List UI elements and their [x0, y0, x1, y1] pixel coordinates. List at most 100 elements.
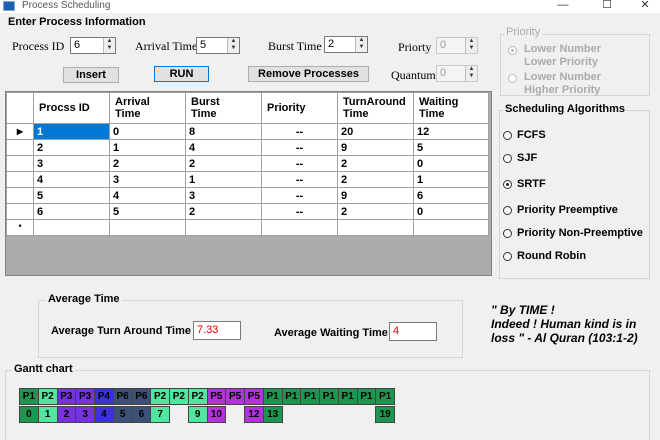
process-table[interactable]: Procss ID Arrival Time Burst Time Priority… [5, 91, 492, 276]
down-arrow-icon[interactable]: ▼ [466, 73, 477, 80]
up-arrow-icon[interactable]: ▲ [228, 38, 239, 45]
up-arrow-icon[interactable]: ▲ [466, 38, 477, 45]
table-cell[interactable]: 5 [109, 203, 186, 220]
table-cell[interactable]: 8 [185, 123, 262, 140]
remove-processes-button[interactable]: Remove Processes [248, 66, 369, 82]
table-row[interactable]: 6 5 2 -- 2 0 [6, 203, 489, 220]
algorithm-option-priority-non-preemptive[interactable]: Priority Non-Preemptive [503, 227, 643, 239]
table-row[interactable]: 5 4 3 -- 9 6 [6, 187, 489, 204]
table-cell[interactable]: 0 [109, 123, 186, 140]
algorithm-option-round-robin[interactable]: Round Robin [503, 250, 586, 262]
algorithm-option-sjf[interactable]: SJF [503, 152, 537, 164]
gantt-block: P5 [225, 388, 245, 405]
table-cell[interactable]: 3 [33, 155, 110, 172]
row-header[interactable] [6, 171, 34, 188]
table-cell[interactable]: 2 [33, 139, 110, 156]
arrival-time-stepper[interactable]: 5 ▲ ▼ [196, 37, 240, 54]
arrival-time-label: Arrival Time [135, 39, 198, 53]
table-cell[interactable]: 2 [337, 155, 414, 172]
row-header[interactable] [6, 155, 34, 172]
table-cell[interactable]: 4 [33, 171, 110, 188]
table-cell[interactable]: 1 [185, 171, 262, 188]
table-cell[interactable]: 1 [109, 139, 186, 156]
table-cell[interactable]: 2 [337, 171, 414, 188]
process-id-stepper[interactable]: 6 ▲ ▼ [70, 37, 116, 54]
table-cell[interactable]: -- [261, 139, 338, 156]
table-row[interactable]: 2 1 4 -- 9 5 [6, 139, 489, 156]
table-cell[interactable] [337, 219, 414, 236]
up-arrow-icon[interactable]: ▲ [466, 66, 477, 73]
table-cell[interactable]: 0 [413, 203, 489, 220]
table-cell[interactable] [33, 219, 110, 236]
up-arrow-icon[interactable]: ▲ [356, 37, 367, 44]
table-cell[interactable]: 5 [413, 139, 489, 156]
col-header-turnaround[interactable]: TurnAround Time [337, 92, 414, 124]
table-cell[interactable]: 6 [413, 187, 489, 204]
gantt-block: P2 [150, 388, 170, 405]
algorithm-option-fcfs[interactable]: FCFS [503, 129, 546, 141]
table-cell[interactable]: 1 [33, 123, 110, 140]
table-cell[interactable]: 3 [185, 187, 262, 204]
table-row[interactable]: 3 2 2 -- 2 0 [6, 155, 489, 172]
minimize-button[interactable]: — [548, 0, 578, 13]
insert-button[interactable]: Insert [63, 67, 119, 83]
table-cell[interactable]: 2 [185, 155, 262, 172]
table-cell[interactable]: 4 [109, 187, 186, 204]
up-arrow-icon[interactable]: ▲ [104, 38, 115, 45]
table-cell[interactable]: 12 [413, 123, 489, 140]
avg-waiting-field[interactable]: 4 [389, 322, 437, 341]
table-cell[interactable]: 0 [413, 155, 489, 172]
table-cell[interactable]: -- [261, 187, 338, 204]
down-arrow-icon[interactable]: ▼ [104, 45, 115, 52]
table-cell[interactable]: 5 [33, 187, 110, 204]
row-header[interactable] [6, 203, 34, 220]
gantt-time-label: 12 [244, 406, 264, 423]
down-arrow-icon[interactable]: ▼ [466, 45, 477, 52]
avg-turnaround-field[interactable]: 7.33 [193, 321, 241, 340]
table-cell[interactable]: 9 [337, 139, 414, 156]
col-header-waiting[interactable]: Waiting Time [413, 92, 489, 124]
table-row[interactable]: 4 3 1 -- 2 1 [6, 171, 489, 188]
table-cell[interactable]: -- [261, 123, 338, 140]
table-cell[interactable] [109, 219, 186, 236]
table-cell[interactable]: 9 [337, 187, 414, 204]
table-cell[interactable]: 20 [337, 123, 414, 140]
table-cell[interactable]: 6 [33, 203, 110, 220]
algorithm-option-priority-preemptive[interactable]: Priority Preemptive [503, 204, 618, 216]
run-button[interactable]: RUN [154, 66, 209, 82]
down-arrow-icon[interactable]: ▼ [228, 45, 239, 52]
table-cell[interactable] [413, 219, 489, 236]
row-header[interactable]: * [6, 219, 34, 236]
table-cell[interactable]: 2 [337, 203, 414, 220]
col-header-burst[interactable]: Burst Time [185, 92, 262, 124]
table-cell[interactable] [185, 219, 262, 236]
col-header-process-id[interactable]: Procss ID [33, 92, 110, 124]
table-cell[interactable]: -- [261, 203, 338, 220]
table-cell[interactable] [261, 219, 338, 236]
table-cell[interactable]: 1 [413, 171, 489, 188]
burst-time-stepper[interactable]: 2 ▲ ▼ [324, 36, 368, 53]
table-row[interactable]: ▶ 1 0 8 -- 20 12 [6, 123, 489, 140]
priority-stepper[interactable]: 0 ▲ ▼ [436, 37, 478, 54]
col-header-arrival[interactable]: Arrival Time [109, 92, 186, 124]
table-cell[interactable]: 3 [109, 171, 186, 188]
quantum-stepper[interactable]: 0 ▲ ▼ [436, 65, 478, 82]
maximize-button[interactable]: ☐ [592, 0, 622, 13]
row-header[interactable] [6, 139, 34, 156]
table-cell[interactable]: 4 [185, 139, 262, 156]
close-button[interactable]: ✕ [630, 0, 660, 13]
table-cell[interactable]: -- [261, 155, 338, 172]
algorithm-option-srtf[interactable]: SRTF [503, 178, 546, 190]
table-cell[interactable]: 2 [109, 155, 186, 172]
table-cell[interactable]: 2 [185, 203, 262, 220]
new-row[interactable]: * [6, 219, 489, 236]
col-header-priority[interactable]: Priority [261, 92, 338, 124]
option-line: Lower Number [524, 71, 602, 83]
priority-option-lower-higher[interactable]: Lower Number Higher Priority [508, 71, 601, 97]
row-header[interactable]: ▶ [6, 123, 34, 140]
algorithm-label: Round Robin [517, 250, 587, 262]
row-header[interactable] [6, 187, 34, 204]
table-cell[interactable]: -- [261, 171, 338, 188]
down-arrow-icon[interactable]: ▼ [356, 44, 367, 51]
priority-option-lower-lower[interactable]: Lower Number Lower Priority [508, 43, 601, 69]
